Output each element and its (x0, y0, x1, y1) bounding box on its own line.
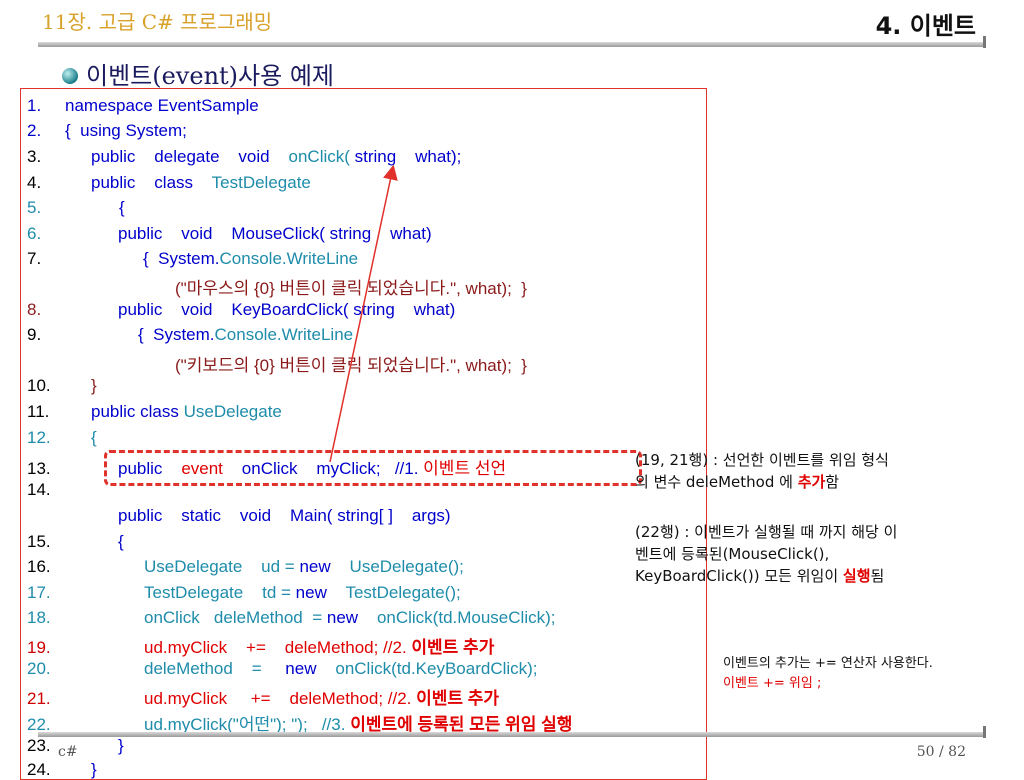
page-number: 50 / 82 (916, 744, 966, 760)
note-text: KeyBoardClick()) 모든 위임이 실행됨 (635, 567, 885, 585)
note-text: (19, 21행) : 선언한 이벤트를 위임 형식 (635, 451, 889, 469)
note-text: (22행) : 이벤트가 실행될 때 까지 해당 이 (635, 523, 898, 541)
note-operator: 이벤트의 추가는 += 연산자 사용한다. 이벤트 += 위임 ; (723, 654, 933, 694)
bottom-divider-tick (983, 726, 986, 738)
note-text: 벤트에 등록된(MouseClick(), (635, 545, 830, 563)
footer-label: c# (58, 744, 78, 760)
note-text: 이벤트의 추가는 += 연산자 사용한다. (723, 656, 933, 671)
reference-arrow (329, 164, 398, 463)
note-text: 이벤트 += 위임 ; (723, 676, 822, 691)
note-text: 의 변수 deleMethod 에 추가함 (635, 473, 840, 491)
note-lines-19-21: (19, 21행) : 선언한 이벤트를 위임 형식 의 변수 deleMeth… (635, 449, 889, 493)
note-line-22: (22행) : 이벤트가 실행될 때 까지 해당 이 벤트에 등록된(Mouse… (635, 521, 897, 587)
bottom-divider (38, 732, 986, 737)
